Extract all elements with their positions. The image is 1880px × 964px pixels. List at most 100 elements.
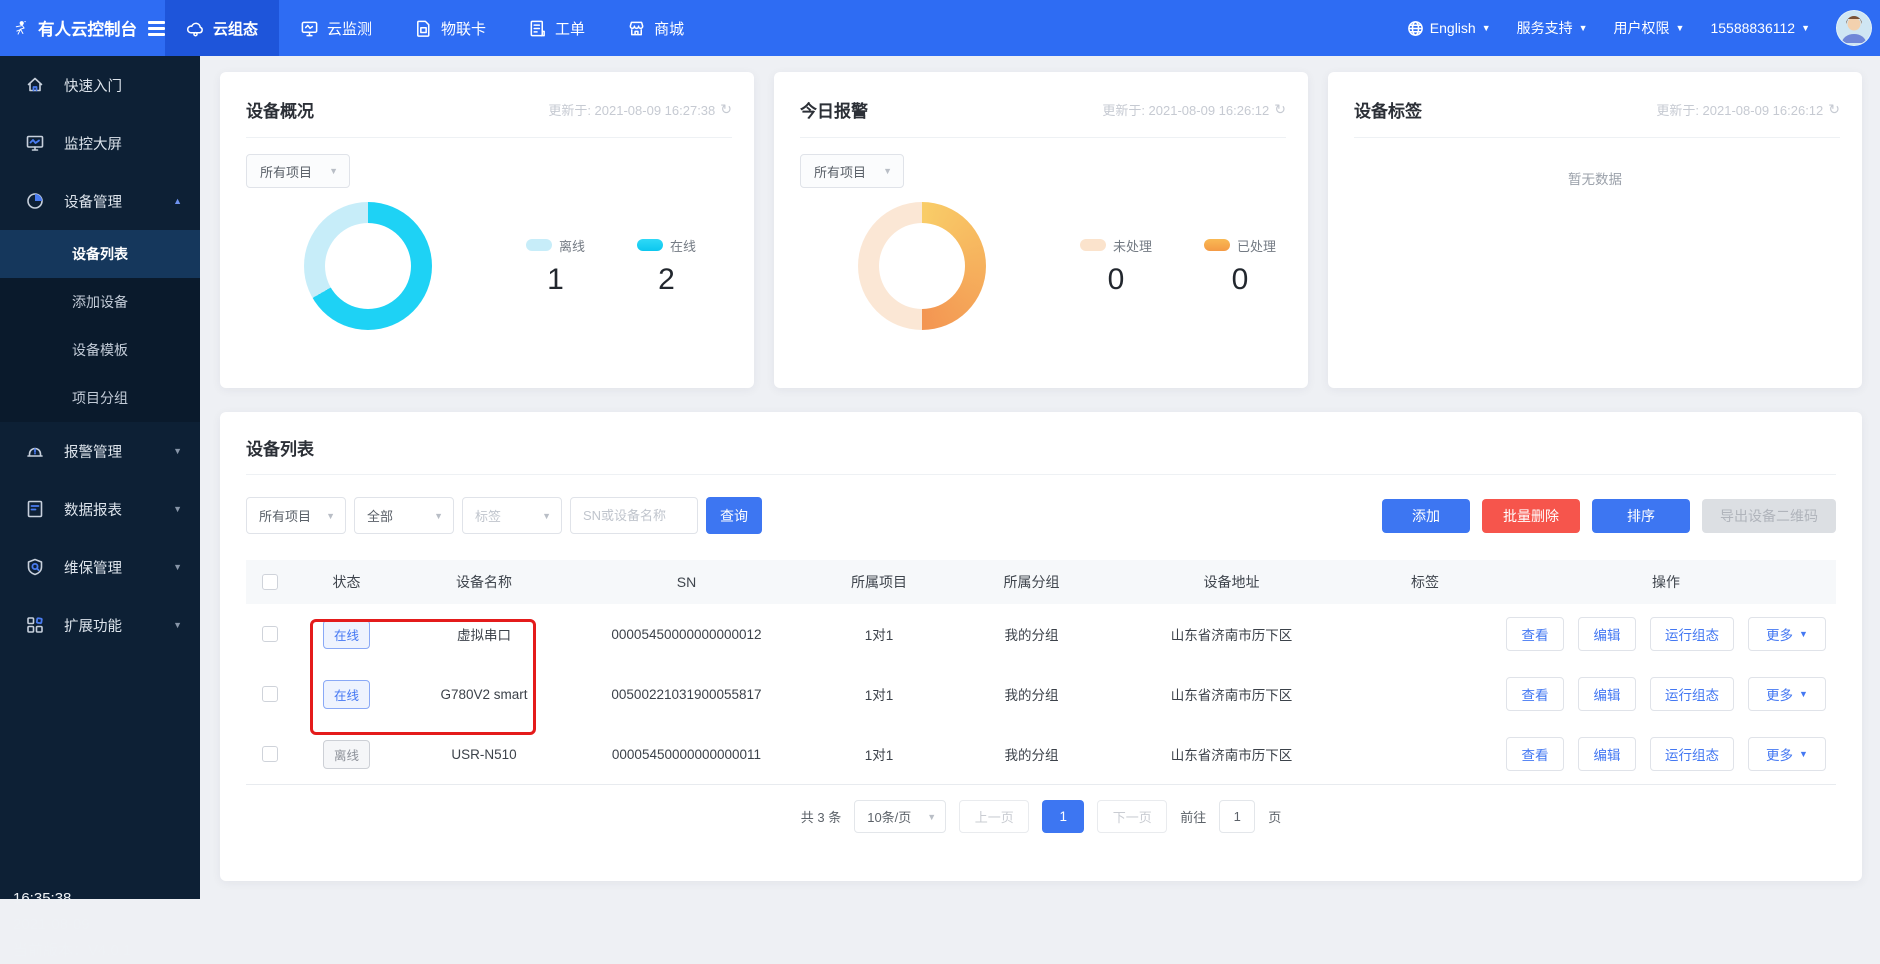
table-row: 离线 USR-N510 00005450000000000011 1对1 我的分… bbox=[246, 724, 1836, 784]
device-sn: 00005450000000000011 bbox=[569, 747, 804, 762]
chevron-down-icon: ▼ bbox=[927, 812, 936, 822]
sidebar-subitem-project-group[interactable]: 项目分组 bbox=[0, 374, 200, 422]
table-row: 在线 虚拟串口 00005450000000000012 1对1 我的分组 山东… bbox=[246, 604, 1836, 664]
handled-count: 0 bbox=[1204, 263, 1276, 297]
batch-delete-button[interactable]: 批量删除 bbox=[1482, 499, 1580, 533]
edit-button[interactable]: 编辑 bbox=[1578, 617, 1636, 651]
sidebar-item-monitor-screen[interactable]: 监控大屏 bbox=[0, 114, 200, 172]
home-icon bbox=[25, 75, 45, 95]
total-count: 共 3 条 bbox=[801, 807, 841, 826]
goto-unit-label: 页 bbox=[1268, 807, 1281, 826]
sim-card-icon bbox=[414, 19, 433, 38]
today-alarms-card: 今日报警 更新于: 2021-08-09 16:26:12 ↻ 所有项目 ▼ 未 bbox=[774, 72, 1308, 388]
edit-button[interactable]: 编辑 bbox=[1578, 677, 1636, 711]
top-navigation-bar: 有人云控制台 云组态 云监测 物联卡 bbox=[0, 0, 1880, 56]
chevron-down-icon: ▼ bbox=[434, 511, 443, 521]
sidebar-item-alarm-management[interactable]: 报警管理 ▼ bbox=[0, 422, 200, 480]
topbar-right-group: English ▼ 服务支持 ▼ 用户权限 ▼ 15588836112 ▼ bbox=[1407, 10, 1880, 46]
sidebar-item-maintenance[interactable]: 维保管理 ▼ bbox=[0, 538, 200, 596]
nav-tab-iot-card[interactable]: 物联卡 bbox=[393, 0, 507, 56]
column-header-project: 所属项目 bbox=[804, 572, 954, 592]
sidebar-subitem-add-device[interactable]: 添加设备 bbox=[0, 278, 200, 326]
chevron-down-icon: ▼ bbox=[1801, 23, 1810, 33]
refresh-icon[interactable]: ↻ bbox=[1274, 101, 1286, 118]
project-filter-select[interactable]: 所有项目 ▼ bbox=[246, 497, 346, 534]
select-all-checkbox[interactable] bbox=[262, 574, 278, 590]
device-tags-card: 设备标签 更新于: 2021-08-09 16:26:12 ↻ 暂无数据 bbox=[1328, 72, 1862, 388]
legend-handled: 已处理 0 bbox=[1204, 236, 1276, 297]
sidebar-item-device-management[interactable]: 设备管理 ▲ bbox=[0, 172, 200, 230]
device-status-donut-chart bbox=[304, 202, 432, 330]
account-menu[interactable]: 15588836112 ▼ bbox=[1710, 20, 1810, 36]
view-button[interactable]: 查看 bbox=[1506, 737, 1564, 771]
tag-filter-select[interactable]: 标签 ▼ bbox=[462, 497, 562, 534]
run-scada-button[interactable]: 运行组态 bbox=[1650, 617, 1734, 651]
device-address: 山东省济南市历下区 bbox=[1109, 684, 1354, 704]
report-icon bbox=[25, 499, 45, 519]
status-filter-select[interactable]: 全部 ▼ bbox=[354, 497, 454, 534]
add-device-button[interactable]: 添加 bbox=[1382, 499, 1470, 533]
more-button[interactable]: 更多 ▼ bbox=[1748, 677, 1826, 711]
nav-tab-cloud-scada[interactable]: 云组态 bbox=[165, 0, 279, 56]
pagination: 共 3 条 10条/页 ▼ 上一页 1 下一页 前往 页 bbox=[220, 800, 1862, 833]
status-badge: 在线 bbox=[323, 680, 370, 709]
current-date: 2021-08-09 bbox=[13, 912, 131, 938]
project-filter-select[interactable]: 所有项目 ▼ bbox=[246, 154, 350, 188]
avatar[interactable] bbox=[1836, 10, 1872, 46]
current-time: 16:35:38 bbox=[13, 886, 131, 912]
view-button[interactable]: 查看 bbox=[1506, 677, 1564, 711]
card-title: 设备标签 bbox=[1354, 97, 1422, 122]
nav-tab-cloud-monitor[interactable]: 云监测 bbox=[279, 0, 393, 56]
main-content: 设备概况 更新于: 2021-08-09 16:27:38 ↻ 所有项目 ▼ 离 bbox=[200, 56, 1880, 899]
table-row: 在线 G780V2 smart 00500221031900055817 1对1… bbox=[246, 664, 1836, 724]
device-name: 虚拟串口 bbox=[399, 624, 569, 644]
updated-timestamp: 更新于: 2021-08-09 16:26:12 ↻ bbox=[1656, 100, 1840, 119]
device-table: 状态 设备名称 SN 所属项目 所属分组 设备地址 标签 操作 在线 虚拟串口 … bbox=[246, 560, 1836, 784]
device-address: 山东省济南市历下区 bbox=[1109, 744, 1354, 764]
store-icon bbox=[627, 19, 646, 38]
chevron-down-icon: ▼ bbox=[173, 504, 182, 514]
menu-toggle-icon[interactable] bbox=[148, 21, 165, 36]
extensions-grid-icon bbox=[25, 615, 45, 635]
sidebar-subitem-device-list[interactable]: 设备列表 bbox=[0, 230, 200, 278]
refresh-icon[interactable]: ↻ bbox=[720, 101, 732, 118]
chevron-down-icon: ▼ bbox=[173, 562, 182, 572]
service-support-menu[interactable]: 服务支持 ▼ bbox=[1517, 18, 1588, 38]
chevron-down-icon: ▼ bbox=[1799, 749, 1808, 759]
nav-tab-work-order[interactable]: 工单 bbox=[507, 0, 606, 56]
device-management-icon bbox=[25, 191, 45, 211]
device-name: G780V2 smart bbox=[399, 687, 569, 702]
updated-timestamp: 更新于: 2021-08-09 16:27:38 ↻ bbox=[548, 100, 732, 119]
globe-icon bbox=[1407, 20, 1424, 37]
language-selector[interactable]: English ▼ bbox=[1407, 20, 1491, 37]
more-button[interactable]: 更多 ▼ bbox=[1748, 617, 1826, 651]
row-checkbox[interactable] bbox=[262, 746, 278, 762]
page-size-select[interactable]: 10条/页 ▼ bbox=[854, 800, 946, 833]
sidebar-subitem-device-template[interactable]: 设备模板 bbox=[0, 326, 200, 374]
project-filter-select[interactable]: 所有项目 ▼ bbox=[800, 154, 904, 188]
sidebar-item-extensions[interactable]: 扩展功能 ▼ bbox=[0, 596, 200, 654]
current-page[interactable]: 1 bbox=[1042, 800, 1084, 833]
run-scada-button[interactable]: 运行组态 bbox=[1650, 737, 1734, 771]
more-button[interactable]: 更多 ▼ bbox=[1748, 737, 1826, 771]
sidebar-item-quick-start[interactable]: 快速入门 bbox=[0, 56, 200, 114]
edit-button[interactable]: 编辑 bbox=[1578, 737, 1636, 771]
user-permission-menu[interactable]: 用户权限 ▼ bbox=[1614, 18, 1685, 38]
column-header-sn: SN bbox=[569, 574, 804, 590]
query-button[interactable]: 查询 bbox=[706, 497, 762, 534]
sidebar-item-data-report[interactable]: 数据报表 ▼ bbox=[0, 480, 200, 538]
device-sn: 00500221031900055817 bbox=[569, 687, 804, 702]
row-checkbox[interactable] bbox=[262, 686, 278, 702]
run-scada-button[interactable]: 运行组态 bbox=[1650, 677, 1734, 711]
view-button[interactable]: 查看 bbox=[1506, 617, 1564, 651]
column-header-address: 设备地址 bbox=[1109, 572, 1354, 592]
row-checkbox[interactable] bbox=[262, 626, 278, 642]
goto-page-input[interactable] bbox=[1219, 800, 1255, 833]
sort-button[interactable]: 排序 bbox=[1592, 499, 1690, 533]
chevron-down-icon: ▼ bbox=[1799, 629, 1808, 639]
refresh-icon[interactable]: ↻ bbox=[1828, 101, 1840, 118]
goto-label: 前往 bbox=[1180, 807, 1206, 826]
column-header-tag: 标签 bbox=[1354, 572, 1496, 592]
nav-tab-mall[interactable]: 商城 bbox=[606, 0, 705, 56]
search-input[interactable] bbox=[570, 497, 698, 534]
